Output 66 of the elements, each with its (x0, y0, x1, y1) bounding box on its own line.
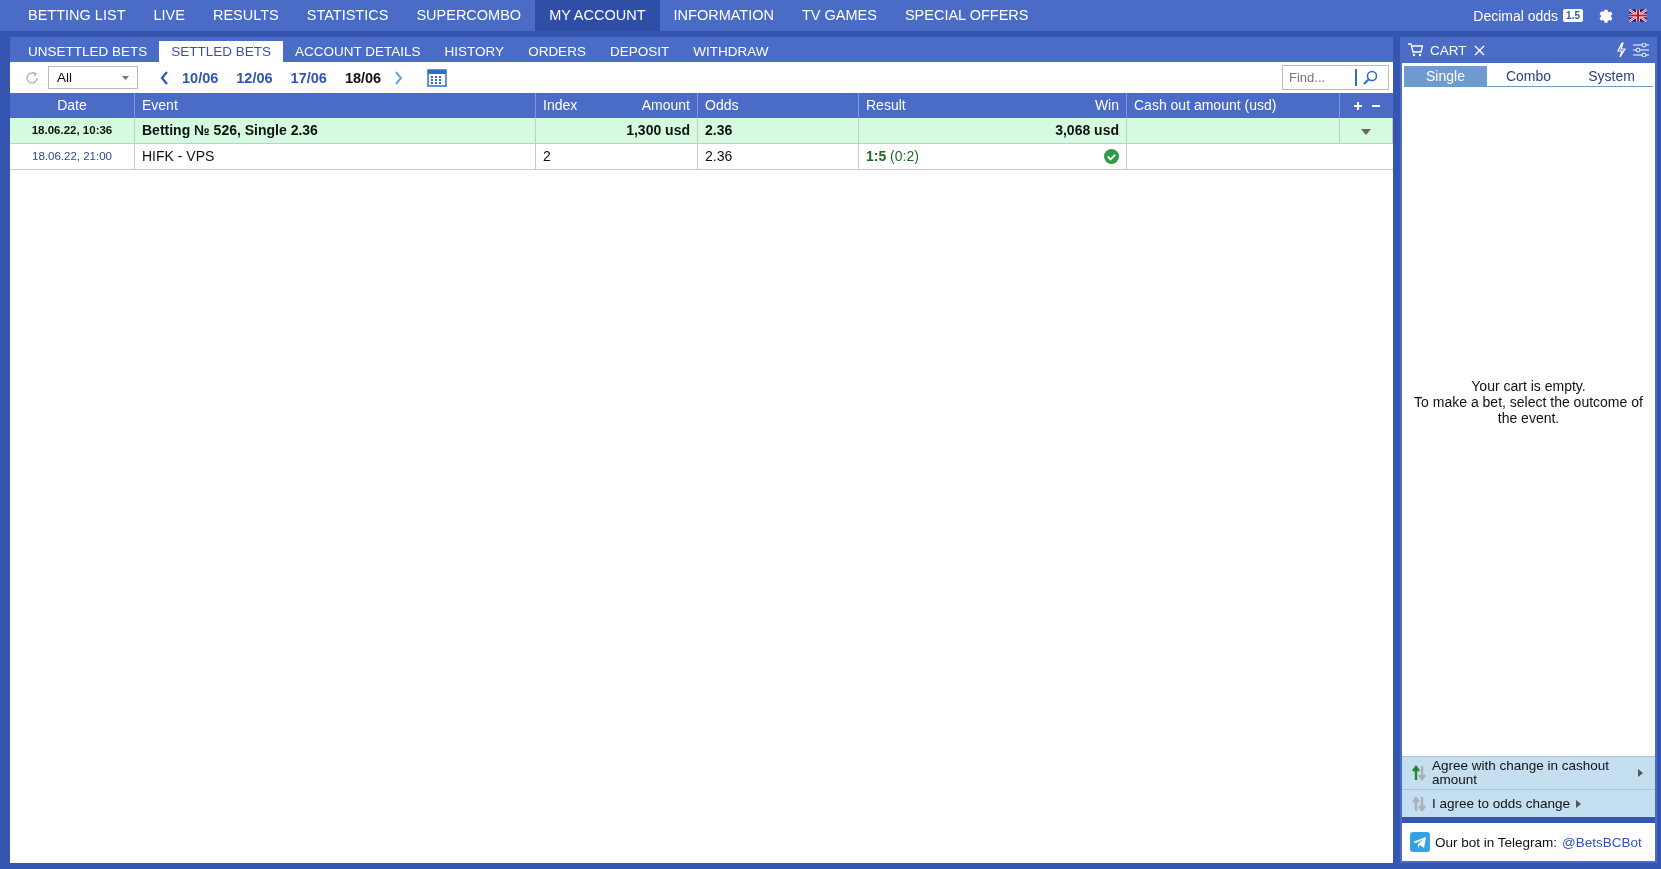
close-icon[interactable] (1473, 44, 1485, 56)
nav-tab[interactable]: INFORMATION (659, 0, 788, 31)
agreement-option[interactable]: Agree with change in cashout amount (1402, 756, 1655, 789)
calendar-icon[interactable] (427, 68, 448, 87)
nav-tab[interactable]: SUPERCOMBO (402, 0, 536, 31)
table-cell: 18.06.22, 21:00 (10, 144, 135, 169)
cart-icon (1408, 43, 1423, 57)
table-cell: 2.36 (698, 118, 859, 143)
nav-tab[interactable]: BETTING LIST (14, 0, 140, 31)
telegram-icon (1410, 832, 1430, 852)
account-tab[interactable]: HISTORY (432, 41, 517, 62)
cart-tab[interactable]: System (1570, 66, 1653, 86)
nav-tab[interactable]: LIVE (139, 0, 199, 31)
result-score: 1:5 (0:2) (866, 147, 919, 166)
cart-title: CART (1430, 42, 1467, 58)
expand-caret-icon[interactable] (1361, 129, 1371, 135)
table-cell: 2 (536, 144, 698, 169)
nav-tab[interactable]: STATISTICS (292, 0, 403, 31)
agreement-option[interactable]: I agree to odds change (1402, 789, 1655, 817)
chevron-right-icon[interactable] (394, 70, 404, 85)
triangle-right-icon (1638, 769, 1643, 777)
telegram-link[interactable]: @BetsBCBot (1562, 834, 1642, 850)
nav-tab[interactable]: SPECIAL OFFERS (890, 0, 1043, 31)
table-cell: 2.36 (698, 144, 859, 169)
lightning-icon[interactable] (1616, 42, 1626, 58)
plus-icon[interactable] (1353, 101, 1362, 110)
table-cell: Betting № 526, Single 2.36 (135, 118, 536, 143)
table-cell: 3,068 usd (859, 118, 1127, 143)
table-cell: HIFK - VPS (135, 144, 536, 169)
table-cell: 18.06.22, 10:36 (10, 118, 135, 143)
column-header: Win (1094, 96, 1119, 115)
cart-tab[interactable]: Single (1404, 66, 1487, 86)
telegram-text: Our bot in Telegram: (1435, 834, 1558, 850)
sliders-icon[interactable] (1633, 43, 1649, 57)
filter-dropdown[interactable]: All (48, 66, 138, 89)
column-header: Result (866, 96, 906, 115)
account-tab[interactable]: UNSETTLED BETS (16, 41, 160, 62)
search-field[interactable]: Find... (1282, 65, 1389, 90)
settings-icon[interactable] (1597, 7, 1614, 24)
caret-icon (122, 75, 129, 80)
cart-tab[interactable]: Combo (1487, 66, 1570, 86)
search-icon[interactable] (1363, 70, 1378, 85)
option-label: I agree to odds change (1432, 796, 1571, 811)
account-tab[interactable]: SETTLED BETS (159, 41, 284, 62)
date-link[interactable]: 10/06 (177, 69, 224, 86)
account-tab[interactable]: ORDERS (516, 41, 598, 62)
date-link[interactable]: 18/06 (339, 69, 387, 86)
option-label: Agree with change in cashout amount (1432, 759, 1611, 787)
date-link[interactable]: 12/06 (231, 69, 278, 86)
column-header: Amount (641, 96, 690, 115)
column-header: Index (543, 96, 578, 115)
nav-tab[interactable]: RESULTS (198, 0, 293, 31)
chevron-left-icon[interactable] (160, 70, 169, 85)
nav-tab[interactable]: TV GAMES (788, 0, 891, 31)
empty-cart-message: To make a bet, select the outcome of the event. (1413, 393, 1644, 426)
triangle-right-icon (1576, 799, 1582, 808)
account-tab[interactable]: DEPOSIT (597, 41, 682, 62)
empty-cart-message: Your cart is empty. (1471, 377, 1586, 394)
flag-icon[interactable] (1629, 9, 1647, 22)
nav-tab[interactable]: MY ACCOUNT (535, 0, 660, 31)
date-link[interactable]: 17/06 (285, 69, 332, 86)
odds-format-badge[interactable]: 1.5 (1563, 9, 1583, 22)
account-tab[interactable]: WITHDRAW (681, 41, 781, 62)
account-tab[interactable]: ACCOUNT DETAILS (283, 41, 433, 62)
odds-format-label[interactable]: Decimal odds (1473, 7, 1559, 24)
table-cell: 1,300 usd (536, 118, 698, 143)
